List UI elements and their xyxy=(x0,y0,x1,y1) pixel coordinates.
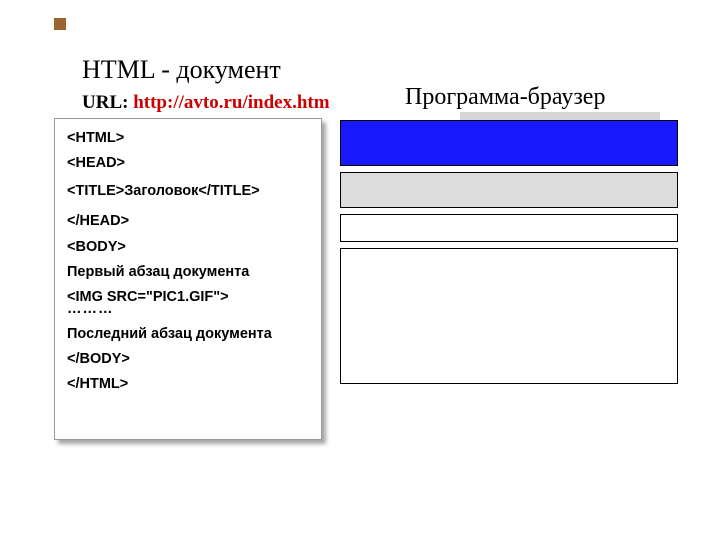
code-line: <TITLE>Заголовок</TITLE> xyxy=(67,182,309,200)
code-line: </BODY> xyxy=(67,350,309,368)
heading-html-document: HTML - документ xyxy=(82,55,281,85)
code-line: <HTML> xyxy=(67,129,309,147)
browser-toolbar xyxy=(340,172,678,208)
url-label: URL: xyxy=(82,92,133,113)
heading-browser-program: Программа-браузер xyxy=(405,84,605,111)
html-source-panel: <HTML> <HEAD> <TITLE>Заголовок</TITLE> <… xyxy=(54,118,322,440)
browser-window xyxy=(340,120,678,393)
url-row: URL: http://avto.ru/index.htm xyxy=(82,92,330,114)
browser-content-area xyxy=(340,248,678,384)
code-line: <HEAD> xyxy=(67,154,309,172)
code-line: </HTML> xyxy=(67,375,309,393)
code-line: Первый абзац документа xyxy=(67,263,309,281)
code-line: <BODY> xyxy=(67,238,309,256)
accent-square xyxy=(54,18,66,30)
code-line: </HEAD> xyxy=(67,212,309,230)
browser-titlebar xyxy=(340,120,678,166)
code-line: Последний абзац документа xyxy=(67,325,309,343)
url-value: http://avto.ru/index.htm xyxy=(133,92,329,113)
browser-address-bar xyxy=(340,214,678,242)
